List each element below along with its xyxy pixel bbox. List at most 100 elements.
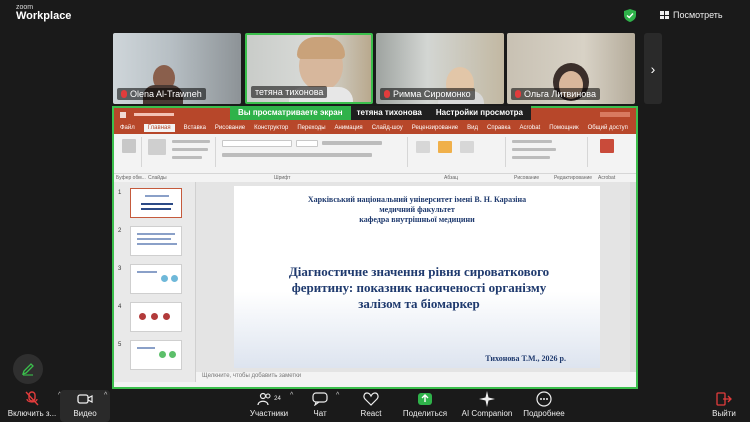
chat-options-caret[interactable]: ^ xyxy=(336,392,339,399)
participants-count: 24 xyxy=(274,396,281,402)
slide-thumbnails[interactable]: 1 2 3 4 5 xyxy=(114,182,196,382)
slide-number: 2 xyxy=(118,228,122,234)
share-banner: Вы просматриваете экран тетяна тихонова … xyxy=(230,106,532,120)
meeting-toolbar: Включить з... ^ Видео ^ 24 Участники ^ Ч… xyxy=(0,390,750,422)
more-label: Подробнее xyxy=(523,409,565,418)
status-bar xyxy=(114,382,636,387)
ribbon-tabs: Файл Главная Вставка Рисование Конструктор Пе… xyxy=(114,122,636,134)
participant-name: Ольга Литвинова xyxy=(511,88,600,100)
ribbon-group-labels: Буфер обм... Слайды Шрифт Абзац Рисование Ред… xyxy=(114,174,636,182)
ribbon-tab[interactable]: Справка xyxy=(487,125,511,131)
people-icon xyxy=(257,392,271,406)
slide-thumbnail[interactable] xyxy=(130,340,182,370)
camera-icon xyxy=(77,394,93,404)
vertical-scrollbar[interactable] xyxy=(630,182,636,372)
ribbon-tab[interactable]: Помощник xyxy=(549,125,578,131)
slide-author: Тихонова Т.М., 2026 р. xyxy=(485,354,566,363)
ribbon-tab[interactable]: Слайд-шоу xyxy=(372,125,403,131)
presenter-name: тетяна тихонова xyxy=(350,106,428,120)
annotate-button[interactable] xyxy=(13,354,43,384)
slide-thumbnail[interactable] xyxy=(130,226,182,256)
notes-pane[interactable]: Щелкните, чтобы добавить заметки xyxy=(196,372,636,382)
security-shield-icon[interactable] xyxy=(624,9,636,22)
ribbon-tab[interactable]: Конструктор xyxy=(254,125,288,131)
grid-icon xyxy=(660,11,669,19)
ribbon-tab[interactable]: Переходы xyxy=(297,125,325,131)
video-tile[interactable]: Ольга Литвинова xyxy=(507,33,635,104)
slide-thumbnail[interactable] xyxy=(130,264,182,294)
pencil-icon xyxy=(21,363,34,376)
video-button[interactable]: Видео xyxy=(60,390,110,422)
ribbon-tab[interactable]: Вид xyxy=(467,125,478,131)
brand-line-2: Workplace xyxy=(16,10,72,22)
ribbon-group-label: Буфер обм... xyxy=(116,175,146,181)
slide-number: 1 xyxy=(118,190,122,196)
ribbon-tab[interactable]: Главная xyxy=(143,124,175,132)
current-slide[interactable]: Харківський національний університет іме… xyxy=(234,186,600,368)
heart-icon xyxy=(363,392,379,406)
mic-muted-icon xyxy=(515,90,521,98)
chevron-right-icon[interactable]: › xyxy=(644,33,662,104)
slide-header: Харківський національний університет іме… xyxy=(307,195,527,224)
slide-thumbnail[interactable] xyxy=(130,302,182,332)
share-screen-button[interactable]: Поделиться xyxy=(400,390,450,422)
react-label: React xyxy=(360,409,382,418)
slide-canvas[interactable]: Харківський національний університет іме… xyxy=(196,182,636,372)
chat-button[interactable]: Чат xyxy=(304,390,336,422)
slide-number: 4 xyxy=(118,304,122,310)
participant-name: Римма Сиромонко xyxy=(380,88,475,100)
chat-icon xyxy=(312,392,328,406)
share-screen-icon xyxy=(418,393,432,405)
video-tile-active-speaker[interactable]: тетяна тихонова xyxy=(245,33,373,104)
ribbon-group-label: Слайды xyxy=(148,175,167,181)
unmute-button[interactable]: Включить з... xyxy=(4,390,60,422)
chat-label: Чат xyxy=(313,409,327,418)
ribbon-tab[interactable]: Рисование xyxy=(215,125,245,131)
ai-companion-button[interactable]: AI Companion xyxy=(458,390,516,422)
video-tile[interactable]: Римма Сиромонко xyxy=(376,33,504,104)
ribbon xyxy=(114,134,636,174)
video-options-caret[interactable]: ^ xyxy=(104,392,107,399)
participant-name: тетяна тихонова xyxy=(251,86,328,98)
ribbon-group-label: Acrobat xyxy=(598,175,616,181)
slide-title: Діагностичне значення рівня сироватковог… xyxy=(288,264,550,311)
participants-label: Участники xyxy=(249,409,289,418)
ribbon-tab[interactable]: Файл xyxy=(120,125,135,131)
mic-muted-icon xyxy=(121,90,127,98)
participants-options-caret[interactable]: ^ xyxy=(290,392,293,399)
ribbon-group-label: Шрифт xyxy=(274,175,291,181)
unmute-label: Включить з... xyxy=(7,409,57,418)
video-tile[interactable]: Olena Al-Trawneh xyxy=(113,33,241,104)
more-icon xyxy=(536,391,552,407)
slide-number: 5 xyxy=(118,342,122,348)
view-settings-button[interactable]: Настройки просмотра xyxy=(427,106,532,120)
participant-name: Olena Al-Trawneh xyxy=(117,88,206,100)
zoom-logo: zoom Workplace xyxy=(16,4,71,22)
leave-button[interactable]: Выйти xyxy=(706,390,742,422)
react-button[interactable]: React xyxy=(354,390,388,422)
sparkle-icon xyxy=(479,391,495,407)
mic-muted-icon xyxy=(384,90,390,98)
top-bar: zoom Workplace Посмотреть xyxy=(0,0,750,30)
leave-label: Выйти xyxy=(712,409,736,418)
ribbon-tab[interactable]: Анимация xyxy=(335,125,363,131)
more-button[interactable]: Подробнее xyxy=(522,390,566,422)
ribbon-tab[interactable]: Общий доступ xyxy=(588,125,628,131)
ribbon-tab[interactable]: Рецензирование xyxy=(412,125,458,131)
viewing-indicator: Вы просматриваете экран xyxy=(230,106,351,120)
ai-companion-label: AI Companion xyxy=(461,409,513,418)
view-button-label: Посмотреть xyxy=(673,10,723,20)
ribbon-group-label: Редактирование xyxy=(554,175,593,181)
ribbon-group-label: Абзац xyxy=(444,175,459,181)
view-button[interactable]: Посмотреть xyxy=(660,10,723,20)
mic-muted-icon xyxy=(25,391,39,406)
ribbon-group-label: Рисование xyxy=(514,175,540,181)
slide-number: 3 xyxy=(118,266,122,272)
ribbon-tab[interactable]: Вставка xyxy=(184,125,206,131)
shared-screen[interactable]: Файл Главная Вставка Рисование Конструктор Пе… xyxy=(112,106,638,389)
video-label: Видео xyxy=(73,409,97,418)
participants-button[interactable]: 24 Участники xyxy=(246,390,292,422)
slide-thumbnail[interactable] xyxy=(130,188,182,218)
leave-icon xyxy=(716,392,732,406)
ribbon-tab[interactable]: Acrobat xyxy=(520,125,541,131)
